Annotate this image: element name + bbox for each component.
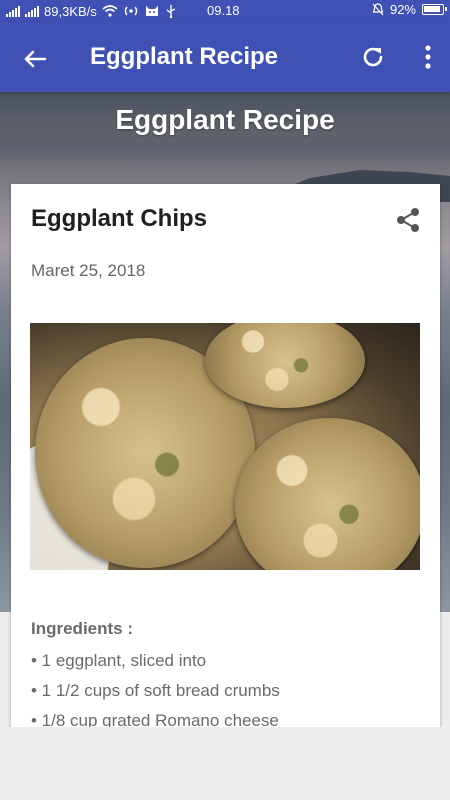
ingredient-item: • 1 1/2 cups of soft bread crumbs (31, 681, 280, 700)
post-title: Eggplant Chips (31, 205, 207, 232)
status-time: 09.18 (207, 3, 240, 18)
post-image (30, 323, 420, 570)
app-title: Eggplant Recipe (90, 43, 279, 70)
ingredients-heading: Ingredients : (31, 619, 134, 638)
usb-icon (166, 5, 176, 18)
wifi-icon (102, 5, 118, 17)
share-icon[interactable] (394, 206, 422, 234)
more-vert-icon[interactable] (420, 42, 436, 72)
app-bar: Eggplant Recipe (0, 22, 450, 92)
ingredient-item: • 1 eggplant, sliced into (31, 651, 207, 670)
hotspot-icon (124, 6, 137, 16)
status-right: 92% (372, 2, 447, 17)
post-date: Maret 25, 2018 (31, 261, 146, 280)
hero-title: Eggplant Recipe (115, 104, 335, 135)
mute-bell-icon (372, 3, 384, 16)
battery-percent: 92% (389, 2, 416, 17)
post-card: Eggplant Chips Maret 25, 2018 Ingredient… (11, 184, 440, 730)
hero-cloud (0, 132, 450, 162)
arrow-left-icon[interactable] (18, 42, 52, 76)
signal-icon (6, 5, 20, 17)
ingredients-list: • 1 eggplant, sliced into • 1 1/2 cups o… (31, 646, 280, 736)
bottom-area (0, 727, 450, 800)
status-bar: 89,3KB/s 09.18 92% (0, 0, 450, 22)
cat-icon (145, 6, 158, 16)
refresh-icon[interactable] (358, 42, 388, 72)
signal-2-icon (25, 5, 39, 17)
net-speed: 89,3KB/s (44, 3, 97, 19)
battery-icon (422, 4, 447, 15)
chip-shape (235, 418, 420, 570)
status-left: 89,3KB/s (6, 4, 177, 19)
